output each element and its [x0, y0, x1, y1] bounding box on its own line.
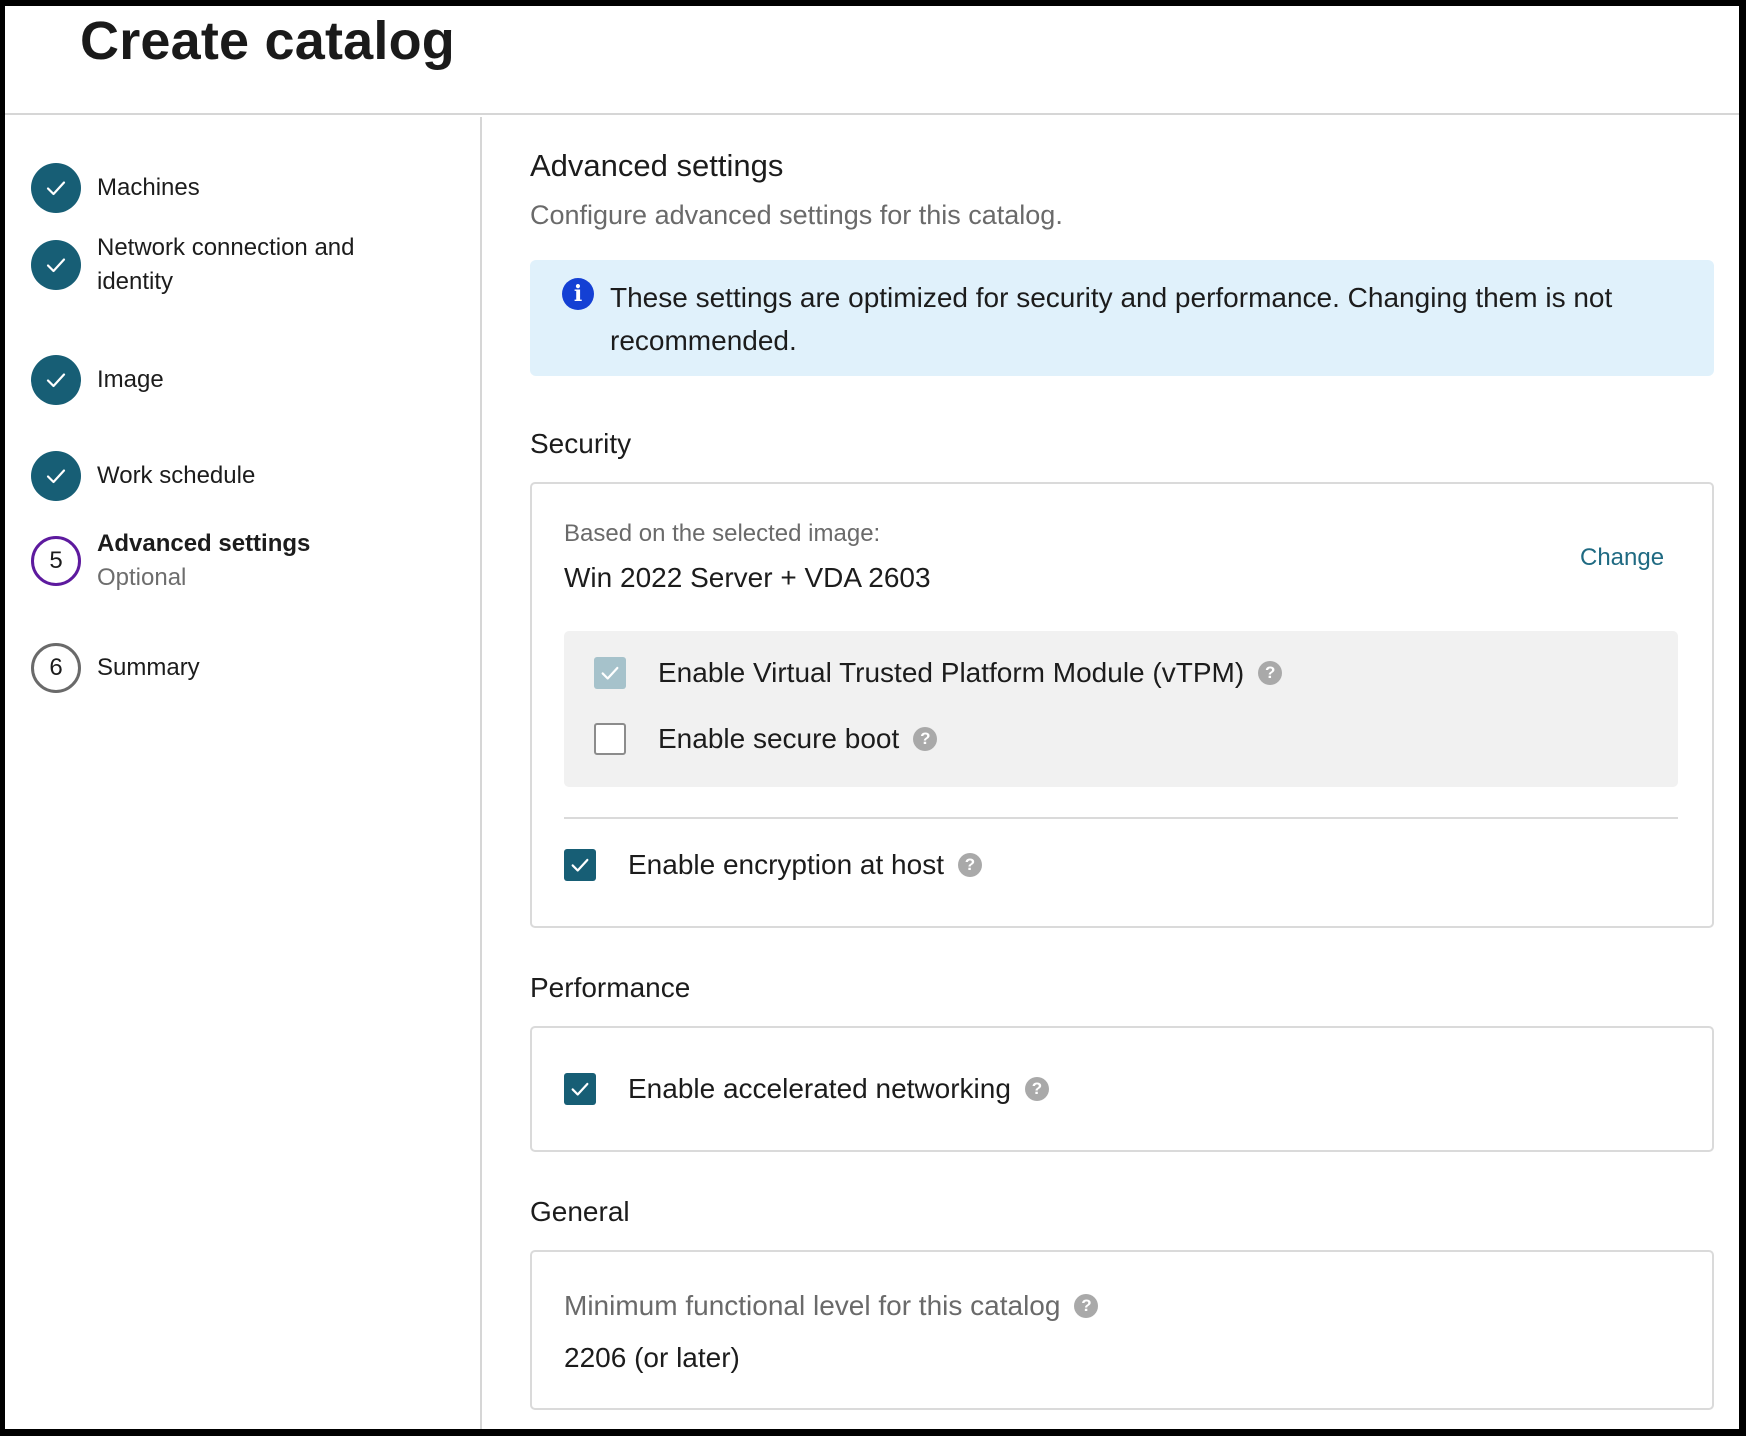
- step-label: Advanced settings Optional: [97, 527, 310, 595]
- divider: [564, 817, 1678, 819]
- info-text: These settings are optimized for securit…: [610, 282, 1613, 356]
- help-icon[interactable]: ?: [1074, 1294, 1099, 1318]
- step-number-5: 5: [31, 536, 81, 586]
- general-heading: General: [530, 1196, 630, 1227]
- step-label: Network connection and identity: [97, 231, 354, 299]
- info-banner: i These settings are optimized for secur…: [530, 260, 1714, 376]
- accel-networking-row: Enable accelerated networking ?: [564, 1073, 1049, 1105]
- step-summary[interactable]: 6 Summary: [31, 643, 200, 693]
- security-heading: Security: [530, 428, 632, 459]
- vtpm-row: Enable Virtual Trusted Platform Module (…: [594, 657, 1283, 689]
- step-number-6: 6: [31, 643, 81, 693]
- step-label: Summary: [97, 654, 200, 681]
- min-level-label: Minimum functional level for this catalo…: [564, 1290, 1061, 1321]
- performance-heading: Performance: [530, 972, 691, 1003]
- step-label-line1: Network connection and: [97, 234, 355, 261]
- image-name: Win 2022 Server + VDA 2603: [564, 562, 931, 593]
- secure-boot-label: Enable secure boot: [658, 723, 900, 754]
- step-image[interactable]: Image: [31, 355, 164, 405]
- check-icon: [31, 163, 81, 213]
- step-label-main: Advanced settings: [97, 530, 311, 557]
- based-on-label: Based on the selected image:: [564, 520, 881, 547]
- info-icon: i: [562, 278, 594, 310]
- wizard-sidebar: Machines Network connection and identity…: [5, 117, 482, 1429]
- vtpm-label: Enable Virtual Trusted Platform Module (…: [658, 657, 1245, 688]
- help-icon[interactable]: ?: [1258, 661, 1283, 685]
- help-icon[interactable]: ?: [1024, 1077, 1049, 1101]
- step-label-optional: Optional: [97, 564, 187, 591]
- performance-card: Enable accelerated networking ?: [530, 1026, 1714, 1152]
- vtpm-checkbox[interactable]: [594, 657, 626, 689]
- accel-networking-checkbox[interactable]: [564, 1073, 596, 1105]
- help-icon[interactable]: ?: [913, 727, 938, 751]
- step-machines[interactable]: Machines: [31, 163, 200, 213]
- secure-boot-row: Enable secure boot ?: [594, 723, 938, 755]
- check-icon: [31, 355, 81, 405]
- step-label: Image: [97, 366, 164, 393]
- accel-networking-label: Enable accelerated networking: [628, 1073, 1011, 1104]
- step-label: Work schedule: [97, 462, 256, 489]
- section-title: Advanced settings: [530, 148, 784, 183]
- general-card: Minimum functional level for this catalo…: [530, 1250, 1714, 1410]
- image-capabilities-box: Enable Virtual Trusted Platform Module (…: [564, 631, 1678, 787]
- check-icon: [31, 451, 81, 501]
- encryption-label: Enable encryption at host: [628, 849, 944, 880]
- step-advanced-settings[interactable]: 5 Advanced settings Optional: [31, 527, 310, 595]
- min-level-value: 2206 (or later): [564, 1342, 740, 1373]
- help-icon[interactable]: ?: [957, 853, 982, 877]
- step-label: Machines: [97, 174, 200, 201]
- min-level-row: Minimum functional level for this catalo…: [564, 1290, 1099, 1322]
- step-work-schedule[interactable]: Work schedule: [31, 451, 255, 501]
- step-label-line2: identity: [97, 268, 174, 295]
- security-card: Based on the selected image: Win 2022 Se…: [530, 482, 1714, 928]
- section-subtitle: Configure advanced settings for this cat…: [530, 200, 1063, 230]
- change-link[interactable]: Change: [1580, 544, 1664, 572]
- encryption-checkbox[interactable]: [564, 849, 596, 881]
- encryption-row: Enable encryption at host ?: [564, 849, 982, 881]
- check-icon: [31, 240, 81, 290]
- page-header: Create catalog: [5, 6, 1739, 115]
- step-network[interactable]: Network connection and identity: [31, 231, 354, 299]
- page-title: Create catalog: [80, 11, 455, 71]
- secure-boot-checkbox[interactable]: [594, 723, 626, 755]
